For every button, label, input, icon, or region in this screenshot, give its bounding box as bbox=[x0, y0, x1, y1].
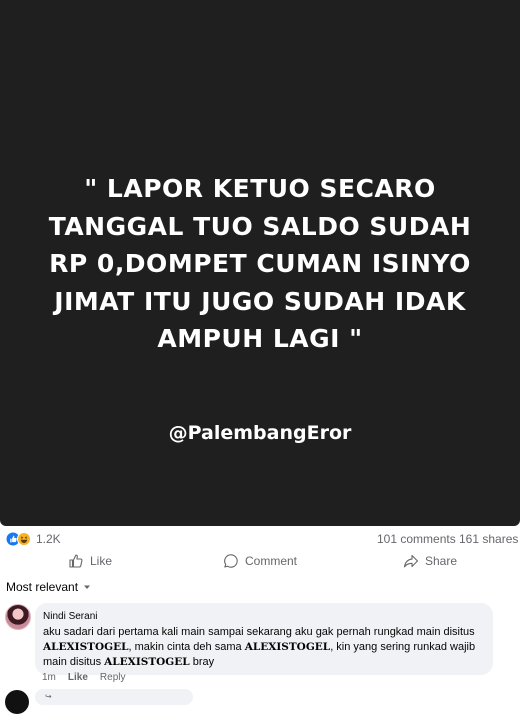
comment-text-part: , kin yang sering runkad wajib bbox=[330, 641, 476, 653]
comment-label: Comment bbox=[245, 554, 298, 568]
shares-count[interactable]: 161 shares bbox=[459, 532, 518, 546]
next-comment-bubble: ↪ bbox=[35, 689, 193, 705]
reaction-count[interactable]: 1.2K bbox=[36, 532, 61, 546]
comments-count[interactable]: 101 comments bbox=[377, 532, 456, 546]
quote-line: RP 0,DOMPET CUMAN ISINYO bbox=[49, 249, 471, 278]
comment-brand: ALEXISTOGEL bbox=[244, 641, 331, 653]
comment-author[interactable]: Nindi Serani bbox=[43, 609, 487, 624]
comment-text-part: , makin cinta deh sama bbox=[128, 641, 242, 653]
comment-button[interactable]: Comment bbox=[223, 553, 297, 569]
post-stats: 1.2K 101 comments 161 shares bbox=[0, 530, 520, 548]
comment-meta: 1m Like Reply bbox=[42, 672, 126, 683]
like-label: Like bbox=[90, 554, 113, 568]
thumbs-up-icon bbox=[69, 554, 83, 568]
next-comment-avatar bbox=[5, 690, 29, 714]
share-arrow-icon bbox=[403, 554, 419, 568]
haha-icon bbox=[17, 532, 31, 546]
comment-brand: ALEXISTOGEL bbox=[104, 656, 190, 668]
post-actions: Like Comment Share bbox=[0, 550, 520, 574]
comment-text-part: aku sadari dari pertama kali main sampai… bbox=[43, 626, 475, 638]
quote-line: TANGGAL TUO SALDO SUDAH bbox=[48, 211, 472, 241]
comment-text-part: bray bbox=[192, 656, 215, 668]
sort-dropdown[interactable]: Most relevant bbox=[6, 580, 92, 594]
comment-like-button[interactable]: Like bbox=[68, 672, 88, 683]
comment-time[interactable]: 1m bbox=[42, 672, 56, 683]
comment-reply-button[interactable]: Reply bbox=[100, 672, 126, 683]
sort-label: Most relevant bbox=[6, 580, 79, 594]
quote-line: JIMAT ITU JUGO SUDAH IDAK bbox=[54, 286, 466, 316]
post-image[interactable]: " LAPOR KETUO SECARO TANGGAL TUO SALDO S… bbox=[0, 0, 520, 526]
reaction-icons[interactable] bbox=[6, 531, 36, 547]
post-quote: " LAPOR KETUO SECARO TANGGAL TUO SALDO S… bbox=[20, 170, 500, 358]
share-label: Share bbox=[425, 554, 458, 568]
comment-bubble-icon bbox=[224, 554, 238, 568]
comment-text: aku sadari dari pertama kali main sampai… bbox=[43, 625, 487, 670]
quote-line: AMPUH LAGI " bbox=[157, 324, 363, 353]
post-handle: @PalembangEror bbox=[168, 422, 352, 444]
comment-bubble: Nindi Serani aku sadari dari pertama kal… bbox=[35, 603, 493, 675]
comment-brand: ALEXISTOGEL bbox=[43, 641, 129, 653]
caret-down-icon bbox=[84, 585, 91, 589]
like-button[interactable]: Like bbox=[68, 553, 112, 569]
avatar[interactable] bbox=[5, 604, 31, 630]
comment-text-part: main disitus bbox=[43, 656, 102, 668]
share-button[interactable]: Share bbox=[403, 553, 457, 569]
quote-line: " LAPOR KETUO SECARO bbox=[84, 174, 436, 203]
